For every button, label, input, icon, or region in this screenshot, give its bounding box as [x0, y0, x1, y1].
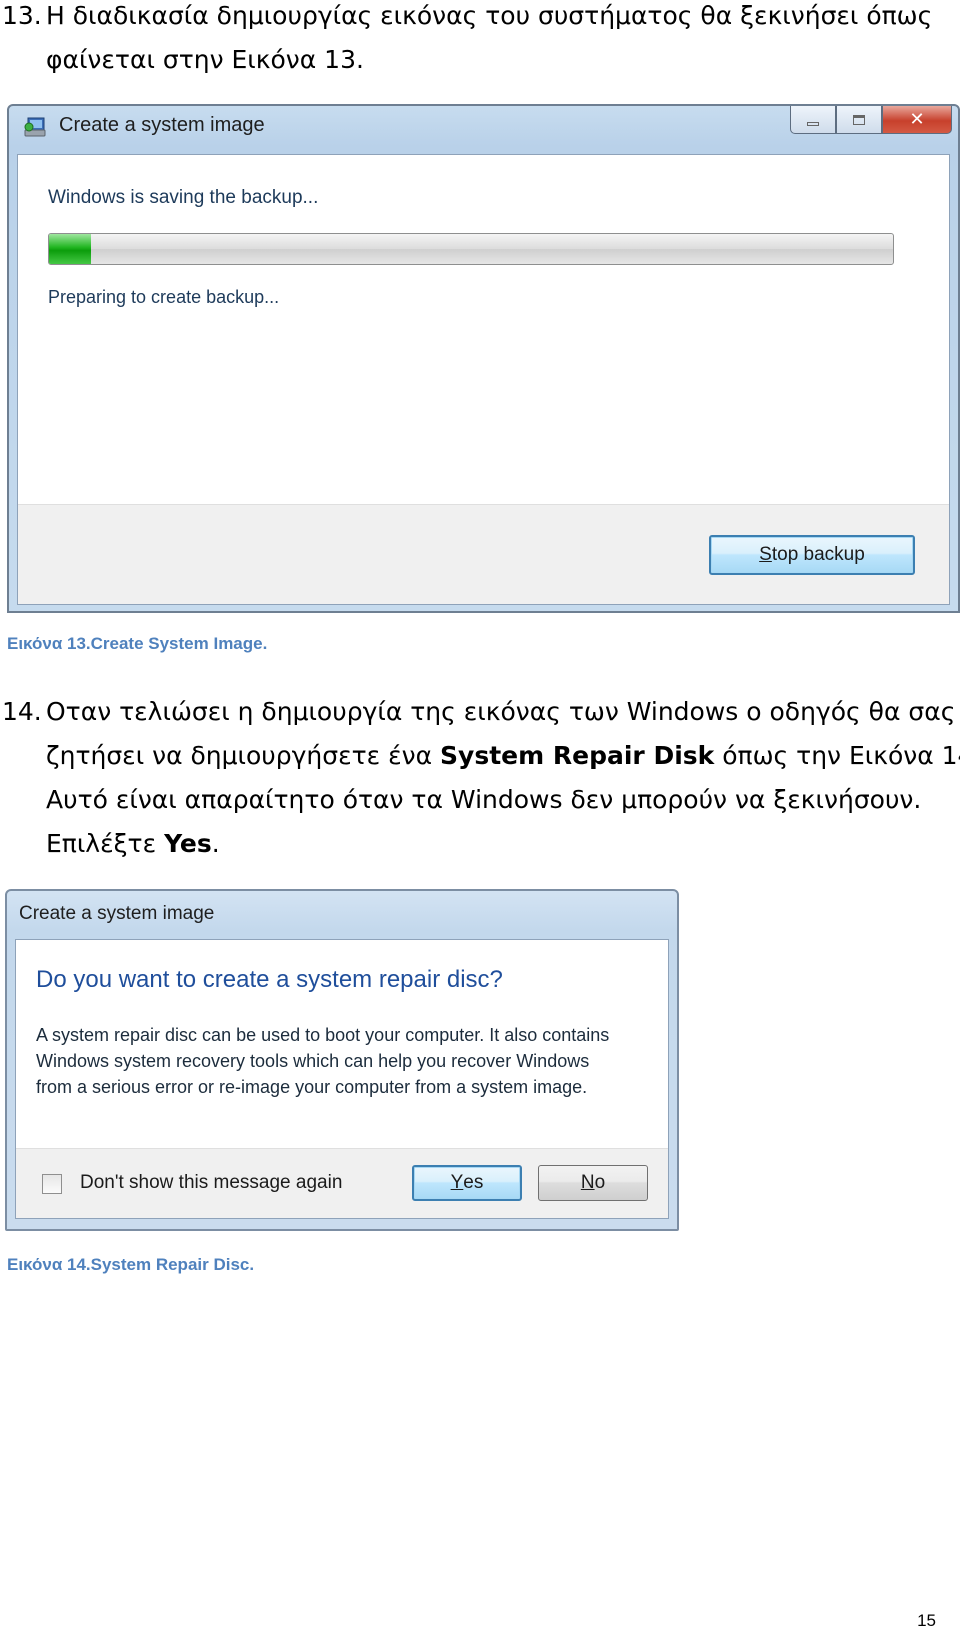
step-13-paragraph: 13. Η διαδικασία δημιουργίας εικόνας του… [0, 0, 932, 82]
progress-fill [49, 234, 92, 264]
paragraph-line: Η διαδικασία δημιουργίας εικόνας του συσ… [46, 1, 933, 30]
window-footer: Stop backup [18, 504, 949, 604]
backup-status-text: Windows is saving the backup... [48, 187, 319, 208]
paragraph-line: ζητήσει να δημιουργήσετε ένα System Repa… [0, 734, 960, 778]
text-run: . [211, 829, 220, 858]
paragraph-line: Αυτό είναι απαραίτητο όταν τα Windows δε… [46, 785, 922, 814]
close-button[interactable]: ✕ [882, 106, 952, 134]
system-repair-disc-dialog: Create a system image Do you want to cre… [5, 889, 679, 1231]
text-run: Επιλέξτε [46, 829, 165, 858]
button-label: top backup [771, 544, 865, 565]
window-title: Create a system image [59, 114, 265, 136]
dialog-heading: Do you want to create a system repair di… [36, 966, 503, 993]
button-accelerator: N [580, 1172, 595, 1193]
button-accelerator: Y [450, 1172, 464, 1193]
paragraph-line: Οταν τελιώσει η δημιουργία της εικόνας τ… [46, 697, 956, 726]
step-14-paragraph: 14. Οταν τελιώσει η δημιουργία της εικόν… [0, 690, 960, 866]
dialog-footer: Don't show this message again Yes No [16, 1148, 668, 1218]
backup-substatus-text: Preparing to create backup... [48, 287, 280, 307]
dialog-title: Create a system image [19, 903, 215, 924]
maximize-icon [853, 114, 865, 125]
button-label: es [463, 1172, 484, 1193]
backup-progress-bar [48, 233, 894, 265]
caption-buttons: ✕ [790, 106, 952, 134]
page-number: 15 [917, 1611, 936, 1630]
backup-app-icon [24, 117, 46, 137]
title-bar: Create a system image ✕ [9, 106, 958, 146]
step-number: 14. [2, 697, 42, 726]
close-icon: ✕ [909, 109, 925, 130]
dialog-client-area: Do you want to create a system repair di… [15, 939, 669, 1219]
minimize-button[interactable] [790, 106, 836, 134]
text-run: ζητήσει να δημιουργήσετε ένα [46, 741, 441, 770]
window-client-area: Windows is saving the backup... Preparin… [17, 154, 950, 605]
button-accelerator: S [759, 544, 772, 565]
create-system-image-progress-window: Create a system image ✕ Windows is savin… [7, 104, 960, 613]
yes-button[interactable]: Yes [412, 1165, 522, 1201]
stop-backup-button[interactable]: Stop backup [709, 535, 915, 575]
figure-caption-14: Εικόνα 14.System Repair Disc. [7, 1255, 255, 1274]
paragraph-line: φαίνεται στην Εικόνα 13. [46, 45, 364, 74]
minimize-icon [807, 121, 819, 126]
bold-term: Yes [164, 829, 212, 858]
button-label: o [594, 1172, 606, 1193]
dont-show-checkbox-label[interactable]: Don't show this message again [80, 1172, 342, 1194]
step-number: 13. [2, 1, 42, 30]
maximize-button[interactable] [836, 106, 882, 134]
figure-caption-13: Εικόνα 13.Create System Image. [7, 634, 268, 653]
bold-term: System Repair Disk [440, 741, 715, 770]
dialog-body-text: A system repair disc can be used to boot… [36, 1025, 610, 1097]
no-button[interactable]: No [538, 1165, 648, 1201]
text-run: όπως την Εικόνα 14. [714, 741, 960, 770]
dont-show-checkbox[interactable] [42, 1174, 62, 1194]
paragraph-line: Επιλέξτε Yes. [0, 822, 960, 866]
